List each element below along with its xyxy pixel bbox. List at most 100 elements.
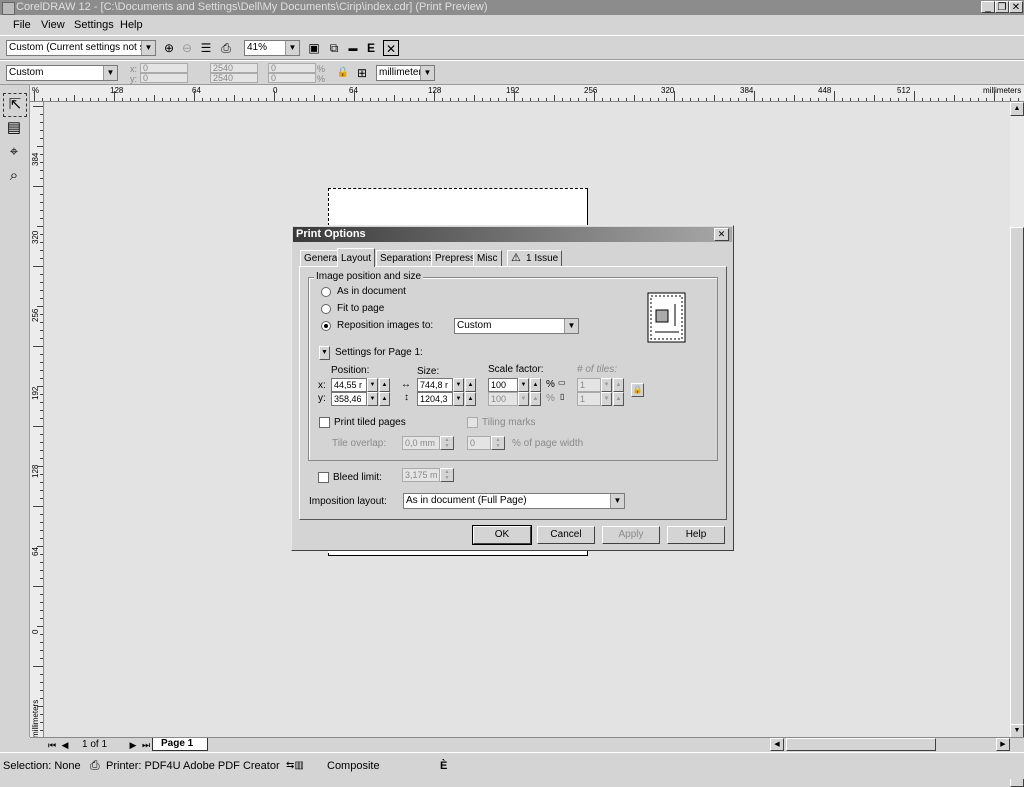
tab-issues[interactable]: ⚠ 1 Issue [507,250,563,266]
position-x-down[interactable]: ▼ [367,378,378,392]
position-x-up[interactable]: ▲ [379,378,390,392]
ok-button[interactable]: OK [472,525,532,545]
grid-layout-icon[interactable]: ⊞ [354,65,370,81]
scale-x-down[interactable]: ▼ [518,378,529,392]
reposition-combo[interactable]: Custom ▼ [454,318,579,334]
add-style-icon[interactable]: ⊕ [161,40,177,56]
scale-y-field[interactable]: 0 [268,73,316,83]
dialog-close-button[interactable]: ✕ [714,228,729,241]
emulsion-icon[interactable]: E [363,40,379,56]
position-y-down[interactable]: ▼ [367,392,378,406]
height-field[interactable]: 2540 [210,73,258,83]
size-width-up[interactable]: ▲ [465,378,476,392]
position-x-field[interactable]: 44,55 r [331,378,367,392]
vertical-scrollbar[interactable]: ▲ ▼ [1010,102,1024,787]
units-combo[interactable]: millimeters ▼ [376,65,435,81]
scale-y-field[interactable]: 100 [488,392,518,406]
size-height-up[interactable]: ▲ [465,392,476,406]
tile-pct-field[interactable]: 0 [467,436,491,450]
radio-fit-to-page[interactable] [321,304,331,314]
cancel-button[interactable]: Cancel [537,526,595,544]
tile-pct-spin[interactable]: ▲ ▼ [491,436,505,450]
marks-tool-icon[interactable]: ⌖ [3,141,25,163]
ruler-tick [234,95,235,101]
close-button[interactable]: ✕ [1009,1,1023,13]
scale-y-up[interactable]: ▲ [530,392,541,406]
lock-aspect-icon[interactable]: 🔒 [631,383,644,397]
separations-icon[interactable]: ⧉ [326,40,342,56]
minimize-button[interactable]: _ [981,1,995,13]
full-screen-icon[interactable]: ▣ [306,40,322,56]
size-width-down[interactable]: ▼ [453,378,464,392]
scale-y-down[interactable]: ▼ [518,392,529,406]
scale-x-up[interactable]: ▲ [530,378,541,392]
scroll-up-button[interactable]: ▲ [1010,102,1024,116]
ruler-tick [40,274,43,275]
x-field[interactable]: 0 [140,63,188,73]
emulsion-status-icon[interactable]: È [440,760,447,772]
tab-prepress[interactable]: Prepress [431,250,480,266]
position-y-up[interactable]: ▲ [379,392,390,406]
ruler-tick [290,98,291,101]
size-width-field[interactable]: 744,8 r [417,378,453,392]
print-tiled-checkbox[interactable] [319,417,330,428]
close-preview-icon[interactable]: ✕ [383,40,399,56]
page-preset-combo[interactable]: Custom ▼ [6,65,118,81]
bleed-limit-spin[interactable]: ▲ ▼ [440,468,454,482]
tiles-x-field[interactable]: 1 [577,378,601,392]
menu-view[interactable]: View [41,19,65,31]
size-height-down[interactable]: ▼ [453,392,464,406]
menu-help[interactable]: Help [120,19,143,31]
menu-file[interactable]: File [13,19,31,31]
radio-reposition[interactable] [321,321,331,331]
pick-tool-icon[interactable]: ⇱ [3,93,27,117]
zoom-combo[interactable]: 41% ▼ [244,40,300,56]
scroll-right-button[interactable]: ▶ [996,738,1010,751]
zoom-tool-icon[interactable]: ⌕ [3,165,25,187]
tiles-y-field[interactable]: 1 [577,392,601,406]
tab-separations[interactable]: Separations [376,250,438,266]
app-icon [2,2,15,15]
tile-overlap-field[interactable]: 0,0 mm [402,436,440,450]
remove-style-icon[interactable]: ⊖ [179,40,195,56]
bleed-limit-field[interactable]: 3,175 m [402,468,440,482]
print-options-icon[interactable]: ☰ [198,40,214,56]
imposition-layout-combo[interactable]: As in document (Full Page) ▼ [403,493,625,509]
tiling-marks-checkbox[interactable] [467,417,478,428]
layout-panel: Image position and size As in document F… [299,266,727,520]
menu-settings[interactable]: Settings [74,19,114,31]
pct-label: % [317,64,326,74]
apply-button[interactable]: Apply [602,526,660,544]
tab-layout[interactable]: Layout [337,248,376,267]
scroll-down-button[interactable]: ▼ [1010,724,1024,738]
page-tab[interactable]: Page 1 [152,738,208,751]
bleed-limit-checkbox[interactable] [318,472,329,483]
tab-misc[interactable]: Misc [473,250,502,266]
help-button[interactable]: Help [667,526,725,544]
lock-icon[interactable]: 🔒 [335,65,351,81]
settings-expand-button[interactable]: ▼ [319,346,330,360]
scroll-thumb[interactable] [1010,227,1024,787]
invert-icon[interactable]: ▬ [345,40,361,56]
tiles-x-up[interactable]: ▲ [613,378,624,392]
print-style-combo[interactable]: Custom (Current settings not s... ▼ [6,40,156,56]
imposition-tool-icon[interactable]: ▤ [3,117,25,139]
restore-button[interactable]: ❐ [995,1,1009,13]
flip-icon[interactable]: ⇆▥ [286,760,304,771]
width-field[interactable]: 2540 [210,63,258,73]
bleed-limit-label: Bleed limit: [333,472,382,483]
tiles-y-down[interactable]: ▼ [601,392,612,406]
tiles-y-up[interactable]: ▲ [613,392,624,406]
prev-page-icon[interactable]: ◀ [57,737,73,753]
print-icon[interactable]: ⎙ [218,40,234,56]
tile-overlap-spin[interactable]: ▲ ▼ [440,436,454,450]
scroll-left-button[interactable]: ◀ [770,738,784,751]
y-field[interactable]: 0 [140,73,188,83]
scale-x-field[interactable]: 0 [268,63,316,73]
hscroll-thumb[interactable] [786,738,936,751]
scale-x-field[interactable]: 100 [488,378,518,392]
tiles-x-down[interactable]: ▼ [601,378,612,392]
size-height-field[interactable]: 1204,3 [417,392,453,406]
position-y-field[interactable]: 358,46 [331,392,367,406]
radio-as-in-document[interactable] [321,287,331,297]
